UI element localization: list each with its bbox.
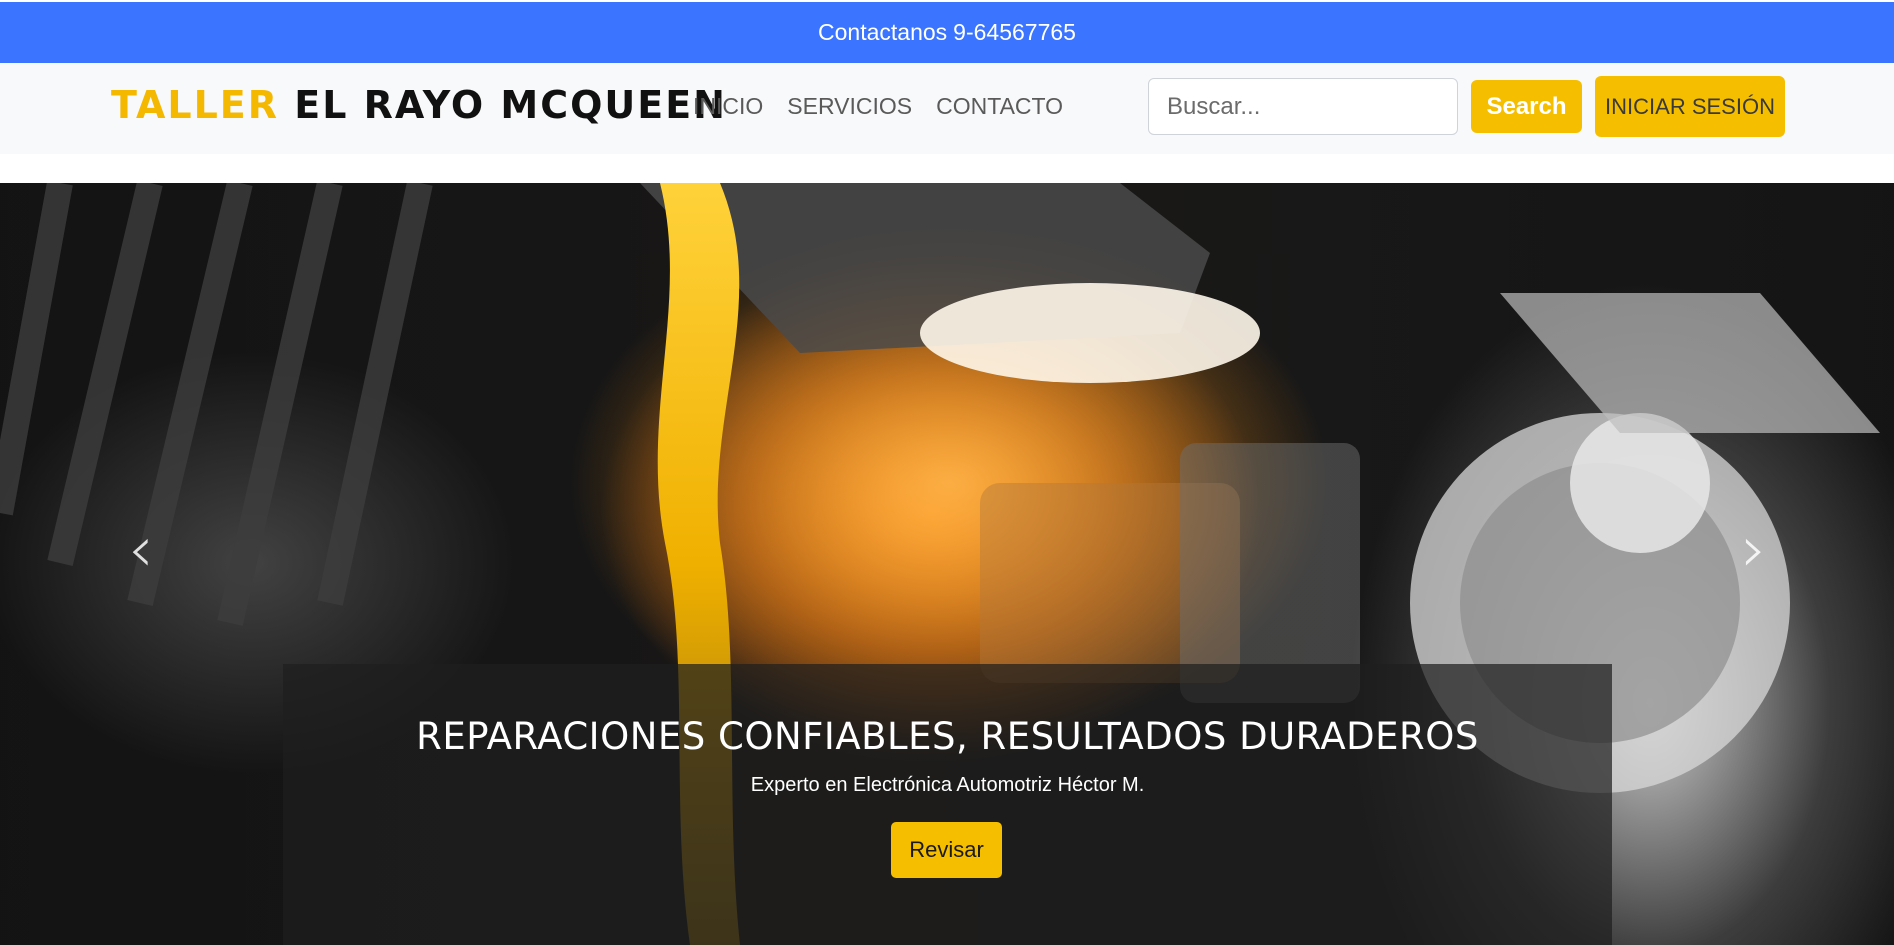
nav-item-inicio[interactable]: INICIO [693, 93, 763, 120]
nav-links: INICIO SERVICIOS CONTACTO [693, 93, 1063, 120]
brand-part-1: TALLER [111, 83, 280, 127]
top-contact-bar: Contactanos 9-64567765 [0, 2, 1894, 63]
login-button[interactable]: INICIAR SESIÓN [1595, 76, 1785, 137]
brand-logo[interactable]: TALLER EL RAYO MCQUEEN [111, 83, 727, 127]
revisar-button[interactable]: Revisar [891, 822, 1002, 878]
chevron-right-icon: › [1741, 513, 1767, 587]
chevron-left-icon: ‹ [128, 513, 154, 587]
slide-title: REPARACIONES CONFIABLES, RESULTADOS DURA… [416, 715, 1479, 758]
carousel-prev-button[interactable]: ‹ [128, 518, 154, 582]
contact-label: Contactanos [818, 19, 948, 45]
search-input[interactable] [1148, 78, 1458, 135]
contact-phone[interactable]: 9-64567765 [953, 19, 1076, 46]
carousel-caption: REPARACIONES CONFIABLES, RESULTADOS DURA… [283, 664, 1612, 945]
slide-subtitle: Experto en Electrónica Automotriz Héctor… [750, 774, 1145, 796]
nav-item-contacto[interactable]: CONTACTO [936, 93, 1063, 120]
nav-item-servicios[interactable]: SERVICIOS [787, 93, 912, 120]
search-button[interactable]: Search [1471, 80, 1582, 133]
hero-carousel: ‹ › REPARACIONES CONFIABLES, RESULTADOS … [0, 183, 1894, 945]
brand-part-2: EL RAYO MCQUEEN [294, 83, 727, 127]
carousel-next-button[interactable]: › [1741, 518, 1767, 582]
main-navbar: TALLER EL RAYO MCQUEEN INICIO SERVICIOS … [0, 63, 1894, 154]
